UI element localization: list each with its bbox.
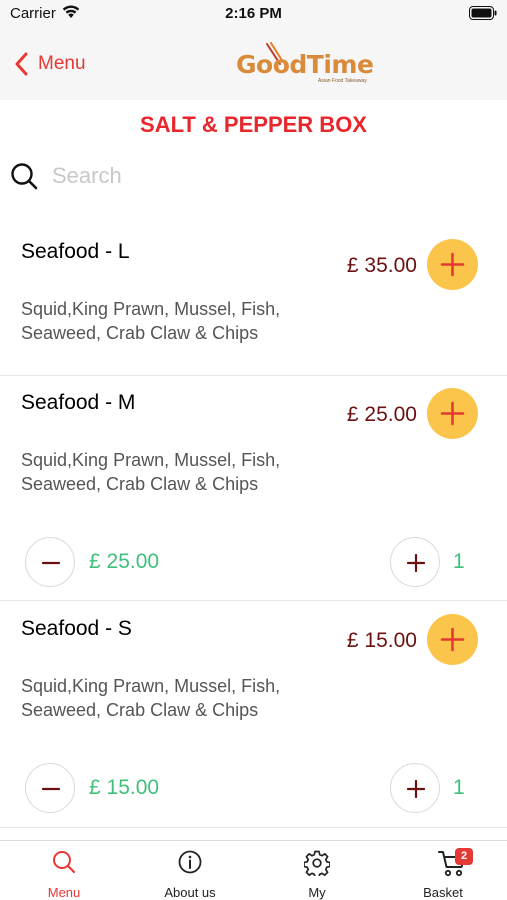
basket-count-badge: 2 <box>455 848 473 865</box>
decrease-quantity-button[interactable] <box>25 763 75 813</box>
quantity-count: 1 <box>453 776 465 799</box>
info-icon <box>178 850 202 874</box>
menu-item: Seafood - M £ 25.00 Squid,King Prawn, Mu… <box>0 377 507 601</box>
gear-icon <box>304 850 330 876</box>
tab-label: My <box>308 885 326 900</box>
minus-icon <box>41 561 61 565</box>
tab-bar: Menu About us My 2 Basket <box>0 840 507 900</box>
back-button-label: Menu <box>38 53 86 74</box>
logo-text: GoodTime <box>236 50 374 79</box>
search-input[interactable] <box>52 163 472 189</box>
item-description: Squid,King Prawn, Mussel, Fish, Seaweed,… <box>21 450 281 494</box>
tab-about-us[interactable]: About us <box>127 841 253 900</box>
menu-item: Seafood - S £ 15.00 Squid,King Prawn, Mu… <box>0 603 507 828</box>
tab-label: Basket <box>423 885 463 900</box>
plus-icon <box>406 779 426 799</box>
quantity-total-price: £ 15.00 <box>89 776 160 799</box>
menu-item: Seafood - L £ 35.00 Squid,King Prawn, Mu… <box>0 222 507 376</box>
battery-icon <box>469 6 497 20</box>
increase-quantity-button[interactable] <box>390 537 440 587</box>
tab-basket[interactable]: 2 Basket <box>380 841 506 900</box>
search-icon <box>53 851 76 874</box>
item-description: Squid,King Prawn, Mussel, Fish, Seaweed,… <box>21 299 281 343</box>
plus-icon <box>440 627 465 652</box>
search-bar <box>10 156 497 196</box>
minus-icon <box>41 787 61 791</box>
goodtime-logo: GoodTime Asian Food Takeaway <box>236 42 374 90</box>
tab-my[interactable]: My <box>254 841 380 900</box>
chevron-left-icon <box>15 52 28 76</box>
plus-icon <box>440 401 465 426</box>
increase-quantity-button[interactable] <box>390 763 440 813</box>
status-bar: Carrier 2:16 PM <box>0 0 507 28</box>
page-title: SALT & PEPPER BOX <box>140 112 367 137</box>
decrease-quantity-button[interactable] <box>25 537 75 587</box>
item-name: Seafood - L <box>21 240 130 263</box>
add-to-basket-button[interactable] <box>427 388 478 439</box>
tab-label: Menu <box>47 885 81 900</box>
item-price: £ 15.00 <box>346 629 417 652</box>
status-time: 2:16 PM <box>225 5 282 22</box>
item-description: Squid,King Prawn, Mussel, Fish, Seaweed,… <box>21 676 281 720</box>
logo-tagline: Asian Food Takeaway <box>318 78 367 84</box>
quantity-total-price: £ 25.00 <box>89 550 160 573</box>
item-price: £ 25.00 <box>346 403 417 426</box>
nav-bar: Menu GoodTime Asian Food Takeaway <box>0 28 507 100</box>
add-to-basket-button[interactable] <box>427 614 478 665</box>
item-name: Seafood - S <box>21 617 132 640</box>
search-icon <box>11 163 38 190</box>
item-price: £ 35.00 <box>346 254 417 277</box>
tab-menu[interactable]: Menu <box>1 841 127 900</box>
add-to-basket-button[interactable] <box>427 239 478 290</box>
plus-icon <box>406 553 426 573</box>
back-button[interactable]: Menu <box>14 48 86 80</box>
tab-label: About us <box>164 885 216 900</box>
plus-icon <box>440 252 465 277</box>
item-name: Seafood - M <box>21 391 136 414</box>
quantity-count: 1 <box>453 550 465 573</box>
